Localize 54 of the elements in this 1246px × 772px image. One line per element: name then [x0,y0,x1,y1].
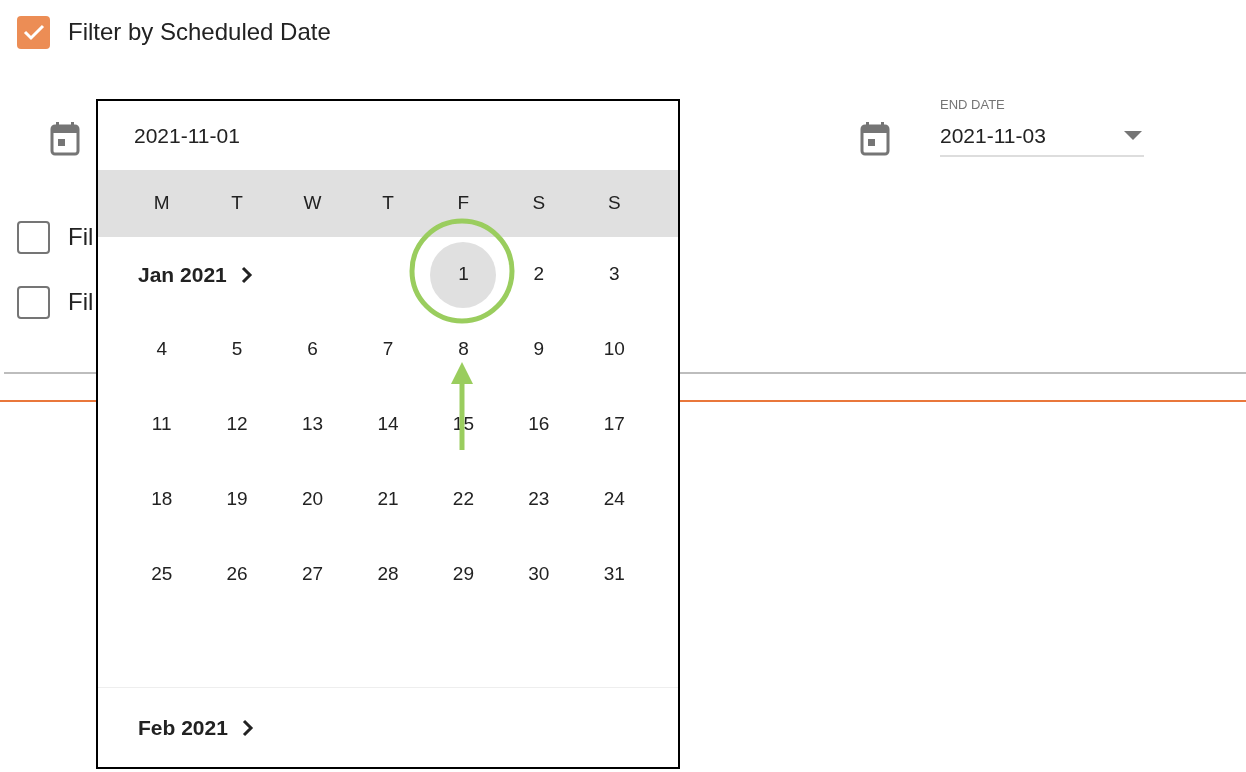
day-cell[interactable]: 16 [505,391,572,458]
day-cell[interactable]: 9 [505,316,572,383]
day-cell[interactable]: 31 [581,541,648,608]
weekday-label: S [606,191,622,216]
day-cell[interactable]: 21 [355,466,421,533]
selected-date-text: 2021-11-01 [134,122,240,149]
chevron-right-icon[interactable] [241,718,254,737]
day-cell[interactable]: 25 [128,541,195,608]
day-cell[interactable]: 7 [355,316,421,383]
day-cell[interactable]: 19 [204,466,271,533]
day-cell[interactable]: 24 [581,466,648,533]
weekday-label: T [381,191,395,216]
end-date-field[interactable]: 2021-11-03 [940,116,1144,157]
day-cell[interactable]: 17 [581,391,648,458]
day-cell[interactable]: 1 [430,241,497,308]
month-label[interactable]: Jan 2021 [138,258,227,291]
day-cell[interactable]: 14 [355,391,421,458]
month-label[interactable]: Feb 2021 [138,711,228,744]
weekday-label: T [230,191,244,216]
day-cell[interactable]: 3 [581,241,648,308]
day-cell[interactable]: 27 [279,541,346,608]
end-date-label: END DATE [940,96,1006,114]
day-cell[interactable]: 23 [505,466,572,533]
day-cell[interactable]: 29 [430,541,497,608]
checkbox[interactable] [17,220,50,254]
day-cell[interactable]: 8 [430,316,497,383]
day-cell[interactable]: 28 [355,541,421,608]
checkbox[interactable] [17,15,50,49]
day-cell[interactable]: 10 [581,316,648,383]
day-cell[interactable]: 20 [279,466,346,533]
day-cell[interactable]: 2 [505,241,572,308]
filter-label: Filter by Scheduled Date [68,17,331,47]
weekday-label: S [531,191,547,216]
day-cell[interactable]: 6 [279,316,346,383]
calendar-icon[interactable] [50,121,80,157]
day-cell[interactable]: 11 [128,391,195,458]
filter-label: Fil [68,287,94,317]
day-cell[interactable]: 4 [128,316,195,383]
check-icon [22,23,45,41]
weekday-label: F [456,191,471,216]
checkbox[interactable] [17,285,50,319]
weekday-label: M [152,191,171,216]
day-cell[interactable]: 5 [204,316,271,383]
day-cell[interactable]: 26 [204,541,271,608]
chevron-right-icon[interactable] [240,265,253,284]
day-cell[interactable]: 12 [204,391,271,458]
day-cell[interactable]: 13 [279,391,346,458]
filter-label: Fil [68,222,94,252]
calendar-icon[interactable] [860,121,890,157]
day-cell[interactable]: 18 [128,466,195,533]
day-cell[interactable]: 30 [505,541,572,608]
dropdown-caret-icon[interactable] [1124,130,1142,141]
day-cell[interactable]: 22 [430,466,497,533]
weekday-label: W [302,191,323,216]
